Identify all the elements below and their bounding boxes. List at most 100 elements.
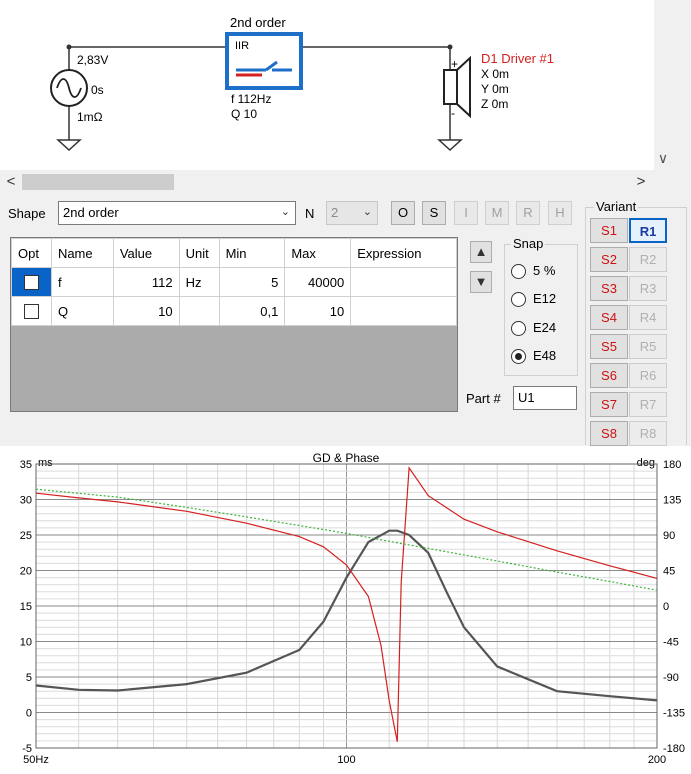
- snap-option-label: E12: [533, 291, 557, 306]
- y-left-tick-label: 20: [20, 566, 32, 578]
- opt-checkbox[interactable]: [23, 304, 39, 320]
- column-header-min[interactable]: Min: [218, 238, 286, 268]
- scroll-right-icon[interactable]: >: [632, 172, 650, 192]
- variant-button-s4[interactable]: S4: [590, 305, 628, 330]
- junction-dot: [66, 44, 72, 50]
- variant-button-s7[interactable]: S7: [590, 392, 628, 417]
- voltage-source[interactable]: [50, 69, 88, 107]
- move-down-button[interactable]: ▼: [470, 271, 492, 293]
- variant-button-s1[interactable]: S1: [590, 218, 628, 243]
- ground-icon: [56, 139, 82, 152]
- min-cell[interactable]: 5: [218, 267, 286, 297]
- variant-button-r1[interactable]: R1: [629, 218, 667, 243]
- editor-panel: 2,83V 0s 1mΩ 2nd order IIR f 112Hz Q 10: [0, 0, 691, 446]
- scrollbar-thumb[interactable]: [22, 174, 174, 190]
- column-header-opt[interactable]: Opt: [11, 238, 52, 268]
- horizontal-scrollbar[interactable]: < >: [0, 172, 654, 192]
- variant-button-s6[interactable]: S6: [590, 363, 628, 388]
- snap-option-5pct[interactable]: 5 %: [511, 263, 555, 280]
- y-right-tick-label: 180: [663, 459, 681, 471]
- column-header-unit[interactable]: Unit: [178, 238, 220, 268]
- shape-button-o[interactable]: O: [391, 201, 415, 225]
- column-header-expression[interactable]: Expression: [350, 238, 457, 268]
- y-right-tick-label: -180: [663, 743, 685, 755]
- shape-select-value: 2nd order: [63, 205, 119, 220]
- unit-cell[interactable]: Hz: [178, 267, 220, 297]
- variant-button-s3[interactable]: S3: [590, 276, 628, 301]
- expression-cell[interactable]: [350, 296, 457, 326]
- shape-label: Shape: [8, 206, 46, 221]
- y-left-unit: ms: [38, 457, 53, 469]
- column-header-value[interactable]: Value: [112, 238, 180, 268]
- variant-button-r2[interactable]: R2: [629, 247, 667, 272]
- opt-cell[interactable]: [11, 296, 52, 326]
- scroll-down-icon[interactable]: ∨: [655, 150, 671, 166]
- variant-button-r6[interactable]: R6: [629, 363, 667, 388]
- shape-button-r[interactable]: R: [516, 201, 540, 225]
- column-header-name[interactable]: Name: [50, 238, 114, 268]
- y-right-unit: deg: [637, 457, 655, 469]
- y-left-tick-label: 0: [26, 708, 32, 720]
- snap-option-e24[interactable]: E24: [511, 320, 556, 337]
- junction-dot: [447, 44, 453, 50]
- y-right-tick-label: 135: [663, 495, 681, 507]
- n-label: N: [305, 206, 315, 221]
- variant-button-r7[interactable]: R7: [629, 392, 667, 417]
- variant-button-s8[interactable]: S8: [590, 421, 628, 446]
- shape-button-i[interactable]: I: [454, 201, 478, 225]
- part-input[interactable]: U1: [513, 386, 577, 410]
- value-cell[interactable]: 112: [112, 267, 180, 297]
- y-left-tick-label: 30: [20, 495, 32, 507]
- snap-option-e12[interactable]: E12: [511, 291, 557, 308]
- name-cell[interactable]: Q: [50, 296, 114, 326]
- variant-button-r5[interactable]: R5: [629, 334, 667, 359]
- radio-selected-icon[interactable]: [511, 349, 526, 365]
- driver-x: X 0m: [481, 67, 509, 81]
- ground-icon: [437, 139, 463, 152]
- parameter-grid[interactable]: Opt Name Value Unit Min Max Expression f…: [10, 237, 458, 412]
- n-select[interactable]: 2 ⌄: [326, 201, 378, 225]
- variant-button-r3[interactable]: R3: [629, 276, 667, 301]
- part-label: Part #: [466, 391, 501, 406]
- y-right-tick-label: -135: [663, 708, 685, 720]
- expression-cell[interactable]: [350, 267, 457, 297]
- snap-title: Snap: [511, 236, 546, 251]
- schematic-canvas[interactable]: 2,83V 0s 1mΩ 2nd order IIR f 112Hz Q 10: [0, 0, 654, 170]
- move-up-button[interactable]: ▲: [470, 241, 492, 263]
- table-row[interactable]: Q 10 0,1 10: [11, 296, 457, 326]
- block-param-q: Q 10: [231, 107, 257, 121]
- column-header-max[interactable]: Max: [284, 238, 352, 268]
- value-cell[interactable]: 10: [112, 296, 180, 326]
- driver-name: D1 Driver #1: [481, 51, 554, 66]
- shape-select[interactable]: 2nd order ⌄: [58, 201, 296, 225]
- max-cell[interactable]: 40000: [284, 267, 352, 297]
- unit-cell[interactable]: [178, 296, 220, 326]
- shape-button-h[interactable]: H: [548, 201, 572, 225]
- min-cell[interactable]: 0,1: [218, 296, 286, 326]
- y-left-tick-label: 15: [20, 601, 32, 613]
- variant-button-s2[interactable]: S2: [590, 247, 628, 272]
- driver-z: Z 0m: [481, 97, 508, 111]
- variant-button-s5[interactable]: S5: [590, 334, 628, 359]
- opt-checkbox[interactable]: [23, 275, 39, 291]
- scroll-left-icon[interactable]: <: [2, 172, 20, 192]
- y-right-tick-label: -45: [663, 637, 679, 649]
- x-tick-label: 200: [648, 754, 666, 766]
- block-param-f: f 112Hz: [231, 92, 271, 106]
- variant-button-r4[interactable]: R4: [629, 305, 667, 330]
- radio-icon[interactable]: [511, 264, 526, 280]
- radio-icon[interactable]: [511, 321, 526, 337]
- name-cell[interactable]: f: [50, 267, 114, 297]
- opt-cell[interactable]: [11, 267, 52, 297]
- variant-button-r8[interactable]: R8: [629, 421, 667, 446]
- max-cell[interactable]: 10: [284, 296, 352, 326]
- radio-icon[interactable]: [511, 292, 526, 308]
- gd-phase-chart[interactable]: GD & Phase ms deg 35 30 25 20 15 10 5 0 -5 180 135…: [0, 446, 691, 771]
- table-row[interactable]: f 112 Hz 5 40000: [11, 267, 457, 297]
- n-select-value: 2: [331, 205, 339, 220]
- shape-button-s[interactable]: S: [422, 201, 446, 225]
- chart-svg: GD & Phase ms deg 35302520151050-5180135…: [20, 451, 685, 766]
- snap-option-e48[interactable]: E48: [511, 348, 556, 365]
- table-header-row: Opt Name Value Unit Min Max Expression: [11, 238, 457, 268]
- shape-button-m[interactable]: M: [485, 201, 509, 225]
